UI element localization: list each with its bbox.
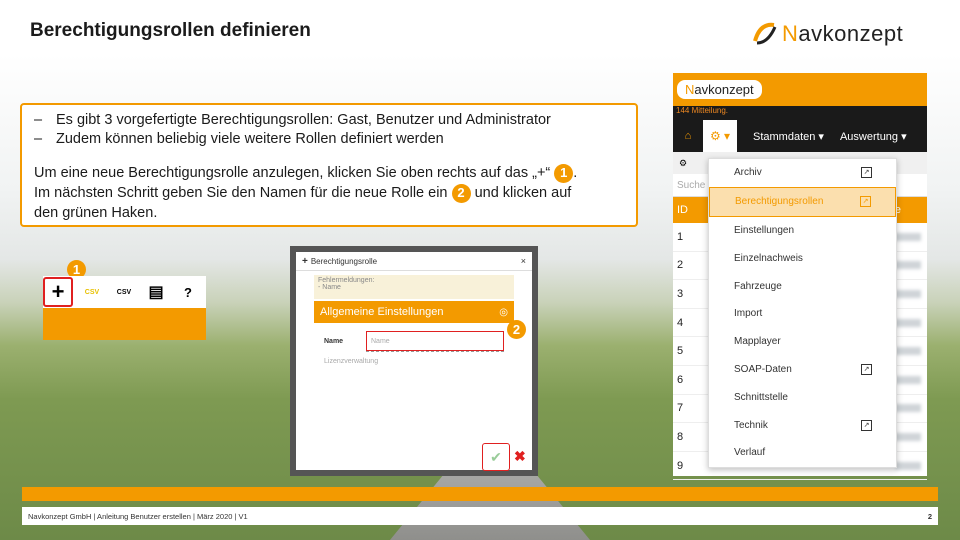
footer-text: Navkonzept GmbH | Anleitung Benutzer ers… [28,511,248,521]
dialog-titlebar: + Berechtigungsrolle × [296,252,532,271]
name-label: Name [324,337,344,345]
settings-dropdown: Archiv ↗ Berechtigungsrollen ↗ Einstellung… [708,158,897,468]
menu-item-fahrzeuge[interactable]: Fahrzeuge [709,272,896,300]
role-dialog: + Berechtigungsrolle × Fehlermeldungen: … [296,252,532,471]
menu-item-einstellungen[interactable]: Einstellungen [709,217,896,245]
print-icon[interactable]: ▤ [143,279,169,305]
external-link-icon: ↗ [861,363,872,375]
info-bullet: – Zudem können beliebig viele weitere Rol… [34,131,444,147]
logo-mark-icon [753,22,777,45]
external-link-icon: ↗ [861,419,872,431]
info-paragraph: Um eine neue Berechtigungsrolle anzulege… [34,163,578,221]
gear-icon[interactable]: ⚙ ▾ [703,120,737,152]
app-header: Navkonzept [673,73,927,106]
csv-import-icon[interactable]: CSV [111,279,137,305]
dialog-title: Berechtigungsrolle [310,256,378,266]
name-input[interactable]: Name [366,331,504,351]
settings-icon[interactable]: ⚙ [679,158,687,169]
app-nav: ⌂ ⚙ ▾ Stammdaten ▾ Auswertung ▾ [673,120,927,152]
csv-export-icon[interactable]: CSV [79,279,105,305]
step-badge-1: 1 [554,163,574,183]
logo-text: Navkonzept [782,21,904,46]
menu-item-berechtigungsrollen[interactable]: Berechtigungsrollen ↗ [709,186,896,217]
toolbar-excerpt: + CSV CSV ▤ ? [43,276,206,340]
menu-item-mapplayer[interactable]: Mapplayer [709,328,896,356]
menu-item-einzelnachweis[interactable]: Einzelnachweis [709,244,896,272]
add-role-button[interactable]: + [43,277,73,307]
menu-item-technik[interactable]: Technik ↗ [709,411,896,439]
help-icon[interactable]: ? [175,279,201,305]
footer-accent-bar [22,487,938,501]
name-field-row: Name Name [324,331,504,351]
nav-auswertung[interactable]: Auswertung ▾ [840,130,907,143]
menu-item-archiv[interactable]: Archiv ↗ [709,159,896,187]
app-status: 144 Mitteilung. [673,106,927,120]
info-box: – Es gibt 3 vorgefertigte Berechtigungsro… [20,103,638,227]
dialog-close-button[interactable]: × [521,256,526,266]
step-badge-2: 2 [451,183,471,203]
home-icon[interactable]: ⌂ [673,130,703,142]
field-divider [366,351,504,352]
nav-stammdaten[interactable]: Stammdaten ▾ [753,130,824,143]
dialog-hint: Lizenzverwaltung [324,358,379,365]
menu-item-schnittstelle[interactable]: Schnittstelle [709,383,896,411]
dialog-section-header[interactable]: Allgemeine Einstellungen ◎ [314,301,514,323]
collapse-icon[interactable]: ◎ [499,307,508,318]
footer: Navkonzept GmbH | Anleitung Benutzer ers… [22,507,938,525]
confirm-button[interactable]: ✔ [482,443,510,471]
external-link-icon: ↗ [861,167,872,179]
cancel-button[interactable]: ✖ [514,448,526,465]
menu-item-verlauf[interactable]: Verlauf [709,439,896,467]
dialog-error-box: Fehlermeldungen: - Name [314,275,514,299]
plus-icon: + [302,255,308,267]
role-dialog-screenshot: + Berechtigungsrolle × Fehlermeldungen: … [290,246,538,476]
info-bullet: – Es gibt 3 vorgefertigte Berechtigungsro… [34,112,551,128]
navkonzept-logo: Navkonzept [752,18,942,50]
menu-item-soap-daten[interactable]: SOAP-Daten ↗ [709,356,896,384]
slide-title: Berechtigungsrollen definieren [30,20,311,41]
app-logo: Navkonzept [677,80,762,99]
step-badge-2: 2 [507,320,526,339]
external-link-icon: ↗ [860,196,871,208]
page-number: 2 [927,511,932,521]
menu-item-import[interactable]: Import [709,300,896,328]
toolbar-orange-strip [43,308,206,340]
